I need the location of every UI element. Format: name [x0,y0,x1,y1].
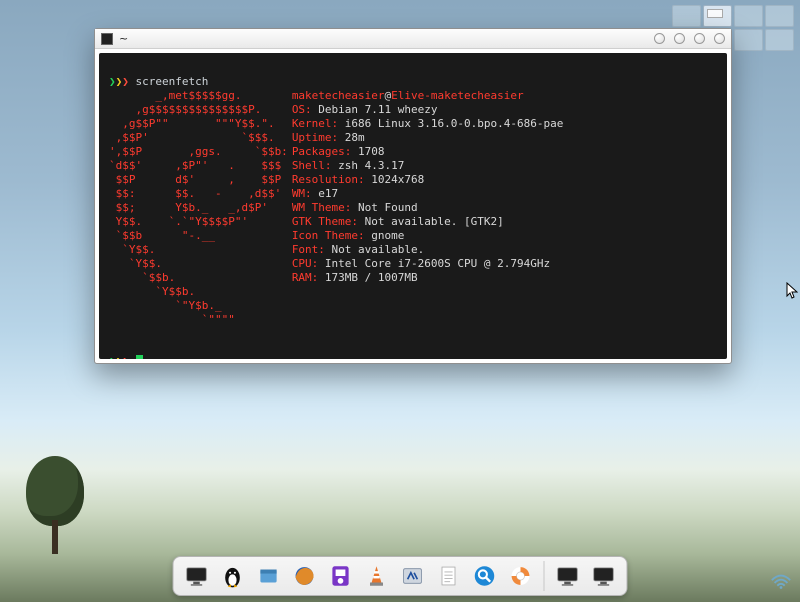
files-icon[interactable] [254,561,284,591]
search-blue-icon[interactable] [470,561,500,591]
document-icon[interactable] [434,561,464,591]
iceweasel-icon[interactable] [290,561,320,591]
lifesaver-icon[interactable] [506,561,536,591]
system-tray[interactable] [770,574,792,594]
music-purple-icon[interactable] [326,561,356,591]
window-close-button[interactable] [714,33,725,44]
screenfetch-info: maketecheasier@Elive-maketecheasier OS: … [292,89,564,327]
monitor-b-icon[interactable] [589,561,619,591]
virtualbox-icon[interactable] [398,561,428,591]
workspace-cell[interactable] [734,29,763,51]
workspace-cell[interactable] [672,5,701,27]
dock[interactable] [173,556,628,596]
terminal-window[interactable]: ~ ❯❯❯ screenfetch _,met$$$$$gg. ,g$$$$$$… [94,28,732,364]
penguin-icon[interactable] [218,561,248,591]
dock-separator [544,561,545,591]
workspace-cell[interactable] [703,5,732,27]
vlc-icon[interactable] [362,561,392,591]
workspace-cell[interactable] [765,29,794,51]
screenfetch-ascii-logo: _,met$$$$$gg. ,g$$$$$$$$$$$$$$$P. ,g$$P"… [109,89,288,327]
window-titlebar[interactable]: ~ [95,29,731,49]
window-maximize-button[interactable] [674,33,685,44]
monitor-a-icon[interactable] [553,561,583,591]
shell-prompt: ❯❯❯ [109,355,129,359]
wallpaper-tree [26,456,84,554]
shell-command: screenfetch [136,75,209,88]
shell-prompt: ❯❯❯ [109,75,129,88]
window-title: ~ [119,32,128,45]
window-minimize-button[interactable] [654,33,665,44]
wifi-icon[interactable] [770,574,792,590]
window-shade-button[interactable] [694,33,705,44]
terminal-viewport[interactable]: ❯❯❯ screenfetch _,met$$$$$gg. ,g$$$$$$$$… [99,53,727,359]
home-monitor-icon[interactable] [182,561,212,591]
terminal-app-icon [101,33,113,45]
terminal-cursor [136,355,143,359]
workspace-cell[interactable] [734,5,763,27]
workspace-cell[interactable] [765,5,794,27]
mouse-cursor-icon [786,282,798,300]
